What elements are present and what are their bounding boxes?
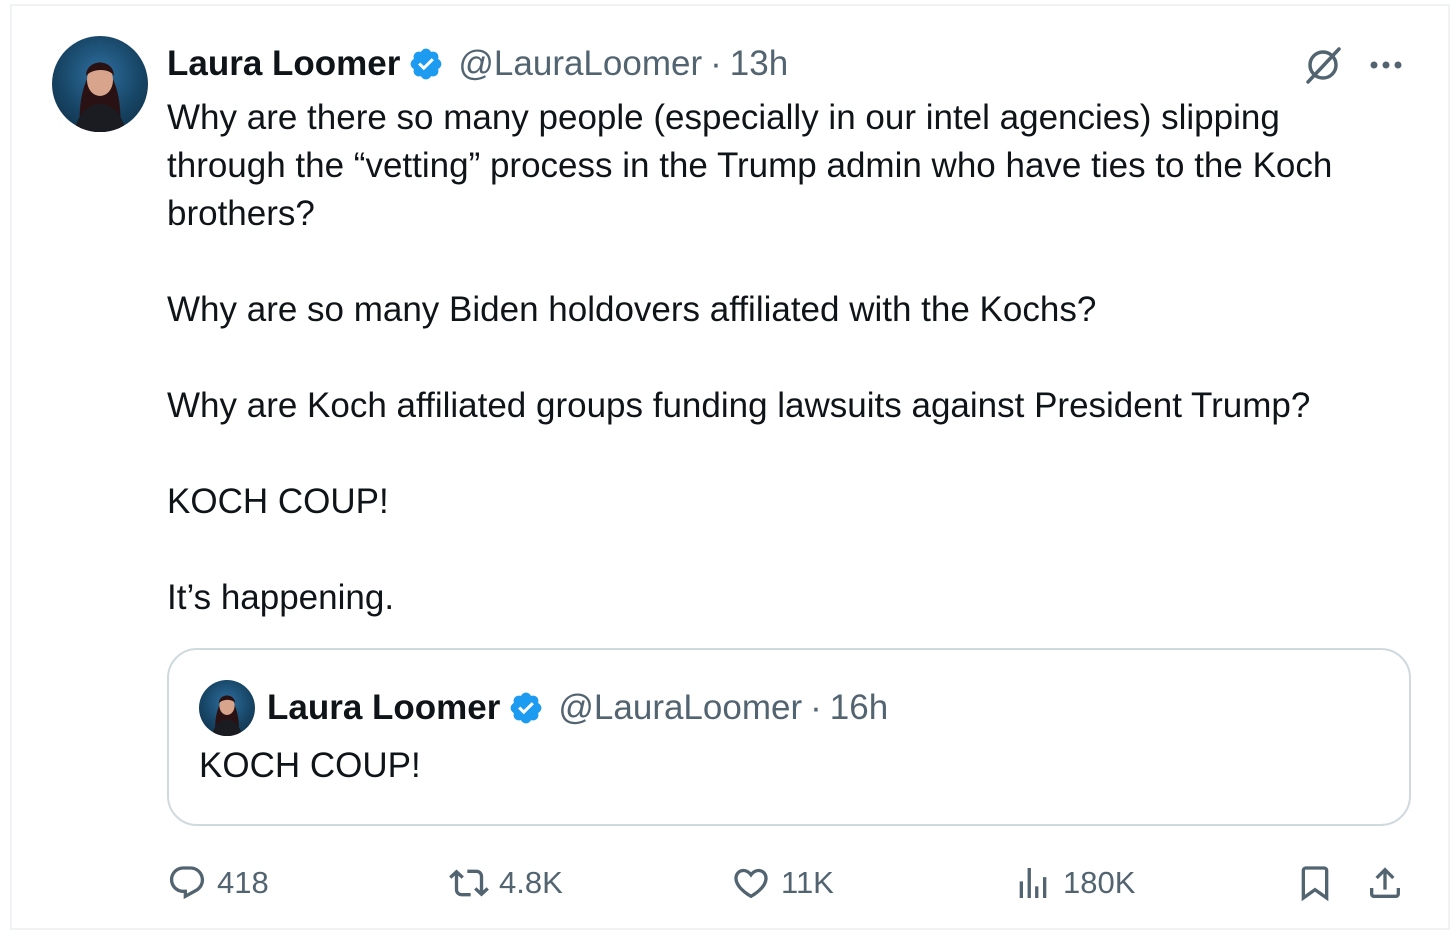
- verified-badge-icon: [508, 690, 544, 726]
- tweet-paragraph: Why are so many Biden holdovers affiliat…: [167, 290, 1097, 329]
- views-icon: [1019, 868, 1047, 898]
- like-count: 11K: [781, 865, 834, 900]
- reply-icon: [169, 866, 205, 900]
- tweet-timestamp[interactable]: 13h: [730, 44, 788, 84]
- avatar-image: [211, 695, 243, 736]
- quoted-tweet-timestamp: 16h: [829, 688, 889, 727]
- quoted-author-name: Laura Loomer: [267, 688, 501, 727]
- tweet-text: Why are there so many people (especially…: [167, 94, 1407, 622]
- tweet-header: Laura Loomer @LauraLoomer · 13h: [167, 42, 788, 86]
- author-avatar[interactable]: [52, 36, 148, 132]
- tweet-paragraph: It’s happening.: [167, 578, 395, 617]
- quoted-author-avatar: [199, 680, 255, 736]
- tweet-paragraph: KOCH COUP!: [167, 482, 389, 521]
- separator-dot: ·: [710, 44, 722, 83]
- tweet-paragraph: Why are Koch affiliated groups funding l…: [167, 386, 1311, 425]
- views-button[interactable]: 180K: [1013, 858, 1135, 908]
- share-icon: [1370, 867, 1400, 898]
- quoted-author-handle: @LauraLoomer: [558, 688, 803, 727]
- bookmark-button[interactable]: [1295, 858, 1335, 908]
- grok-icon[interactable]: [1302, 44, 1344, 86]
- verified-badge-icon: [408, 46, 444, 82]
- reply-count: 418: [217, 865, 269, 900]
- like-button[interactable]: 11K: [731, 858, 834, 908]
- more-icon[interactable]: [1366, 50, 1406, 80]
- repost-icon: [449, 869, 489, 897]
- views-count: 180K: [1063, 865, 1136, 900]
- action-bar: 418 4.8K 11K 180K: [167, 858, 1417, 908]
- reply-button[interactable]: 418: [167, 858, 269, 908]
- share-button[interactable]: [1365, 858, 1405, 908]
- bookmark-icon: [1301, 866, 1329, 902]
- author-name[interactable]: Laura Loomer: [167, 44, 400, 84]
- separator-dot: ·: [810, 688, 822, 727]
- quoted-tweet-text: KOCH COUP!: [199, 746, 421, 785]
- quoted-tweet[interactable]: Laura Loomer @LauraLoomer · 16h KOCH COU…: [167, 648, 1411, 826]
- tweet-card[interactable]: Laura Loomer @LauraLoomer · 13h Why are …: [10, 4, 1450, 930]
- avatar-image: [74, 62, 126, 132]
- repost-count: 4.8K: [499, 865, 563, 900]
- repost-button[interactable]: 4.8K: [449, 858, 563, 908]
- quoted-tweet-header: Laura Loomer @LauraLoomer · 16h: [199, 680, 888, 736]
- author-handle[interactable]: @LauraLoomer: [458, 44, 702, 84]
- tweet-paragraph: Why are there so many people (especially…: [167, 98, 1333, 233]
- heart-icon: [734, 868, 768, 899]
